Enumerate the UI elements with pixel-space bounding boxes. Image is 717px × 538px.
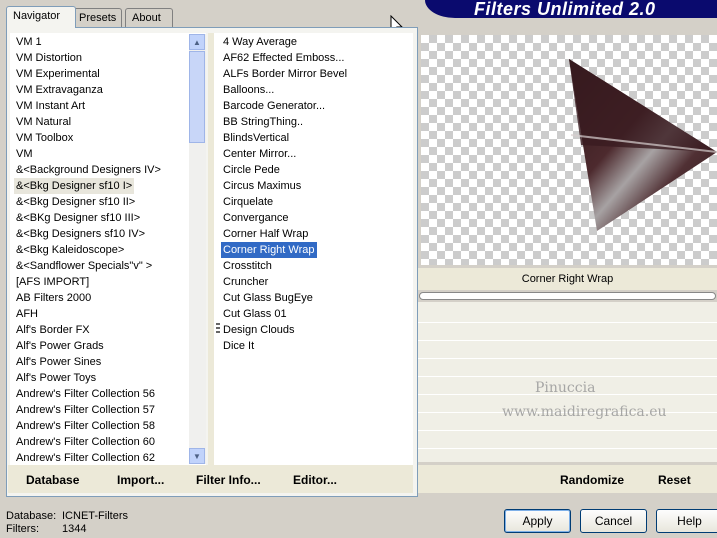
app-title: Filters Unlimited 2.0 bbox=[474, 0, 656, 19]
category-item[interactable]: &<Background Designers IV> bbox=[16, 162, 161, 178]
filter-item[interactable]: Cruncher bbox=[223, 274, 268, 290]
reset-button[interactable]: Reset bbox=[658, 473, 691, 487]
category-item[interactable]: VM Extravaganza bbox=[16, 82, 103, 98]
filter-item[interactable]: Dice It bbox=[223, 338, 254, 354]
filter-item[interactable]: Circle Pede bbox=[223, 162, 280, 178]
category-scrollbar[interactable]: ▲ ▼ bbox=[189, 34, 206, 464]
filter-item[interactable]: 4 Way Average bbox=[223, 34, 297, 50]
category-item[interactable]: [AFS IMPORT] bbox=[16, 274, 89, 290]
category-item[interactable]: Alf's Border FX bbox=[16, 322, 90, 338]
tab-navigator[interactable]: Navigator bbox=[6, 6, 76, 28]
filter-item[interactable]: Balloons... bbox=[223, 82, 274, 98]
filter-item[interactable]: Crosstitch bbox=[223, 258, 272, 274]
category-item[interactable]: VM bbox=[16, 146, 33, 162]
scroll-thumb[interactable] bbox=[189, 51, 205, 143]
editor-button[interactable]: Editor... bbox=[293, 473, 337, 487]
category-item[interactable]: &<Bkg Designers sf10 IV> bbox=[16, 226, 145, 242]
category-item[interactable]: VM Experimental bbox=[16, 66, 100, 82]
filter-item[interactable]: Barcode Generator... bbox=[223, 98, 325, 114]
category-item[interactable]: VM Distortion bbox=[16, 50, 82, 66]
tab-about[interactable]: About bbox=[125, 8, 173, 27]
filter-item[interactable]: Cut Glass 01 bbox=[223, 306, 287, 322]
category-item[interactable]: &<Bkg Kaleidoscope> bbox=[16, 242, 124, 258]
category-item[interactable]: VM Natural bbox=[16, 114, 71, 130]
tab-presets[interactable]: Presets bbox=[72, 8, 122, 27]
chevron-down-icon: ▼ bbox=[193, 451, 201, 461]
category-item[interactable]: Andrew's Filter Collection 56 bbox=[16, 386, 155, 402]
status-filters-label: Filters: bbox=[6, 523, 39, 535]
preview-triangle-graphic bbox=[569, 59, 717, 231]
filter-item[interactable]: AF62 Effected Emboss... bbox=[223, 50, 344, 66]
filter-item[interactable]: Center Mirror... bbox=[223, 146, 296, 162]
preview-toolbar: Randomize Reset bbox=[418, 465, 717, 493]
category-item[interactable]: VM Toolbox bbox=[16, 130, 73, 146]
category-item[interactable]: Alf's Power Sines bbox=[16, 354, 101, 370]
progress-bar bbox=[419, 292, 716, 300]
database-button[interactable]: Database bbox=[26, 473, 79, 487]
filter-item[interactable]: BB StringThing.. bbox=[223, 114, 303, 130]
splitter-grip-icon[interactable] bbox=[216, 323, 220, 335]
randomize-button[interactable]: Randomize bbox=[560, 473, 624, 487]
category-item[interactable]: Alf's Power Toys bbox=[16, 370, 96, 386]
filter-item[interactable]: Design Clouds bbox=[223, 322, 295, 338]
cancel-button[interactable]: Cancel bbox=[580, 509, 647, 533]
category-item[interactable]: Andrew's Filter Collection 57 bbox=[16, 402, 155, 418]
filter-item[interactable]: Cirquelate bbox=[223, 194, 273, 210]
category-list[interactable]: VM 1 VM Distortion VM Experimental VM Extra… bbox=[10, 33, 206, 465]
category-item[interactable]: &<Bkg Designer sf10 II> bbox=[16, 194, 135, 210]
category-item[interactable]: &<Sandflower Specials"v" > bbox=[16, 258, 152, 274]
watermark-line2: www.maidiregrafica.eu bbox=[502, 404, 667, 420]
filter-item[interactable]: Cut Glass BugEye bbox=[223, 290, 313, 306]
preview-image bbox=[421, 35, 717, 265]
category-item[interactable]: VM 1 bbox=[16, 34, 42, 50]
category-item[interactable]: VM Instant Art bbox=[16, 98, 85, 114]
chevron-up-icon: ▲ bbox=[193, 37, 201, 47]
scroll-up-button[interactable]: ▲ bbox=[189, 34, 205, 50]
category-item[interactable]: Andrew's Filter Collection 62 bbox=[16, 450, 155, 465]
status-database-value: ICNET-Filters bbox=[62, 510, 128, 522]
filter-item[interactable]: Circus Maximus bbox=[223, 178, 301, 194]
category-item[interactable]: &<Bkg Designer sf10 I> bbox=[14, 178, 135, 194]
category-item[interactable]: &<BKg Designer sf10 III> bbox=[16, 210, 140, 226]
status-database-label: Database: bbox=[6, 510, 57, 522]
scroll-down-button[interactable]: ▼ bbox=[189, 448, 205, 464]
filter-item[interactable]: ALFs Border Mirror Bevel bbox=[223, 66, 347, 82]
filter-item[interactable]: Corner Half Wrap bbox=[223, 226, 308, 242]
category-item[interactable]: Andrew's Filter Collection 58 bbox=[16, 418, 155, 434]
category-item[interactable]: AFH bbox=[16, 306, 38, 322]
filter-item[interactable]: Convergance bbox=[223, 210, 288, 226]
status-filters-value: 1344 bbox=[62, 523, 87, 535]
filter-item[interactable]: BlindsVertical bbox=[223, 130, 289, 146]
filter-info-button[interactable]: Filter Info... bbox=[196, 473, 261, 487]
category-item[interactable]: Alf's Power Grads bbox=[16, 338, 104, 354]
filter-item[interactable]: Corner Right Wrap bbox=[221, 242, 317, 258]
category-item[interactable]: Andrew's Filter Collection 60 bbox=[16, 434, 155, 450]
apply-button[interactable]: Apply bbox=[504, 509, 571, 533]
preview-filter-name: Corner Right Wrap bbox=[418, 268, 717, 290]
category-item[interactable]: AB Filters 2000 bbox=[16, 290, 91, 306]
watermark-line1: Pinuccia bbox=[535, 380, 596, 396]
filter-list[interactable]: 4 Way Average AF62 Effected Emboss... ALFs… bbox=[214, 33, 413, 465]
navigator-toolbar: Database Import... Filter Info... Editor… bbox=[8, 465, 413, 493]
import-button[interactable]: Import... bbox=[117, 473, 164, 487]
help-button[interactable]: Help bbox=[656, 509, 717, 533]
